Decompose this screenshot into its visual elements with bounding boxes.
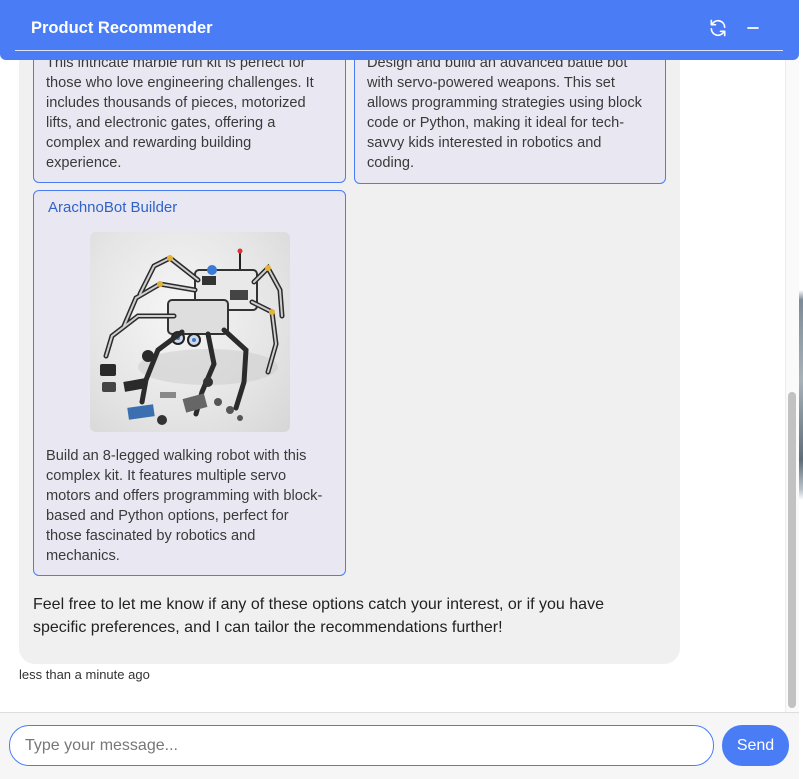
- description-line: code or Python, making it ideal for tech…: [367, 115, 625, 131]
- message-input[interactable]: [9, 725, 714, 766]
- minimize-button[interactable]: [741, 16, 765, 40]
- assistant-closing-text: Feel free to let me know if any of these…: [33, 593, 663, 639]
- header-title: Product Recommender: [31, 19, 213, 37]
- description-line: includes thousands of pieces, motorized: [46, 95, 306, 111]
- send-button[interactable]: Send: [722, 725, 789, 766]
- closing-line: Feel free to let me know if any of these…: [33, 596, 604, 613]
- robot-spider-image: [100, 248, 285, 425]
- description-line: complex and rewarding building: [46, 135, 252, 151]
- description-line: savvy kids interested in robotics and: [367, 135, 602, 151]
- product-description: This intricate marble run kit is perfect…: [46, 60, 335, 173]
- product-description: Build an 8-legged walking robot with thi…: [46, 446, 335, 566]
- header-divider: [15, 50, 783, 51]
- description-line: allows programming strategies using bloc…: [367, 95, 642, 111]
- description-line: coding.: [367, 155, 415, 171]
- chat-header: Product Recommender: [0, 0, 799, 60]
- scrollbar-thumb[interactable]: [788, 392, 796, 708]
- description-line: This intricate marble run kit is perfect…: [46, 60, 306, 71]
- background-window-edge: [799, 0, 803, 779]
- product-image: [90, 232, 290, 432]
- description-line: those who love engineering challenges. I…: [46, 75, 314, 91]
- minimize-icon: [747, 27, 759, 29]
- product-description: Design and build an advanced battle bot …: [367, 60, 655, 173]
- description-line: motors and offers programming with block…: [46, 488, 323, 504]
- description-line: with servo-powered weapons. This set: [367, 75, 615, 91]
- description-line: mechanics.: [46, 548, 120, 564]
- product-card[interactable]: ArachnoBot Builder Build an 8-legged wal…: [33, 190, 346, 576]
- description-line: complex kit. It features multiple servo: [46, 468, 287, 484]
- description-line: those fascinated by robotics and: [46, 528, 256, 544]
- description-line: Design and build an advanced battle bot: [367, 60, 628, 71]
- product-card[interactable]: Design and build an advanced battle bot …: [354, 60, 666, 184]
- chat-window: Product Recommender This intricate marbl…: [0, 0, 799, 779]
- description-line: based and Python options, perfect for: [46, 508, 289, 524]
- refresh-button[interactable]: [706, 16, 730, 40]
- refresh-icon: [710, 19, 726, 37]
- description-line: Build an 8-legged walking robot with thi…: [46, 448, 307, 464]
- message-timestamp: less than a minute ago: [19, 667, 150, 682]
- assistant-message-bubble: This intricate marble run kit is perfect…: [19, 60, 680, 664]
- description-line: experience.: [46, 155, 122, 171]
- message-list[interactable]: This intricate marble run kit is perfect…: [0, 60, 799, 712]
- composer-bar: Send: [0, 712, 799, 779]
- closing-line: specific preferences, and I can tailor t…: [33, 619, 503, 636]
- description-line: lifts, and electronic gates, offering a: [46, 115, 276, 131]
- product-title[interactable]: ArachnoBot Builder: [48, 199, 177, 216]
- product-card[interactable]: This intricate marble run kit is perfect…: [33, 60, 346, 183]
